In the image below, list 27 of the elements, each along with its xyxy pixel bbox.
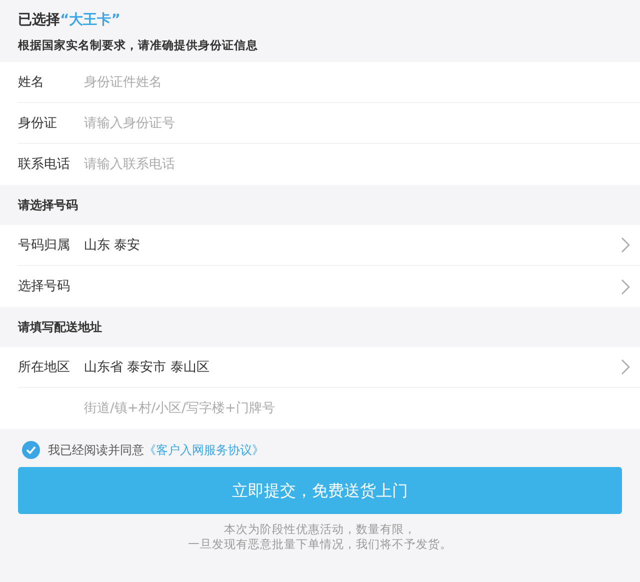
field-label: 姓名 <box>18 74 45 92</box>
notice-text: 本次为阶段性优惠活动，数量有限， <box>223 522 417 538</box>
input-field[interactable]: 身份证件姓名 <box>84 72 630 92</box>
field-label: 身份证 <box>18 114 58 132</box>
input-field[interactable]: 请输入身份证号 <box>84 114 630 133</box>
card-name: “大王卡” <box>60 11 120 30</box>
notice-text: 一旦发现有恶意批量下单情况，我们将不予发货。 <box>187 537 453 552</box>
check-icon <box>26 446 36 454</box>
submit-button[interactable]: 立即提交，免费送货上门 <box>18 467 622 514</box>
form-title: 已选择 <box>18 11 60 30</box>
chevron-right-icon[interactable] <box>621 359 630 376</box>
checkbox[interactable] <box>22 441 40 460</box>
field-label: 选择号码 <box>18 278 71 296</box>
input-field[interactable]: 街道/镇+村/小区/写字楼+门牌号 <box>84 399 630 418</box>
section-title: 请填写配送地址 <box>16 319 103 336</box>
agreement-link[interactable]: 《客户入网服务协议》 <box>144 441 264 460</box>
field-value: 山东省 泰安市 泰山区 <box>84 358 210 376</box>
field-value: 山东 泰安 <box>84 236 142 254</box>
agreement-text: 我已经阅读并同意 <box>48 442 144 460</box>
field-label: 所在地区 <box>18 358 71 376</box>
instruction-text: 根据国家实名制要求，请准确提供身份证信息 <box>18 37 259 54</box>
field-label: 联系电话 <box>18 156 71 174</box>
chevron-right-icon[interactable] <box>621 278 630 295</box>
chevron-right-icon[interactable] <box>621 237 630 254</box>
input-field[interactable]: 请输入联系电话 <box>84 155 630 174</box>
field-label: 号码归属 <box>18 236 71 254</box>
section-title: 请选择号码 <box>16 197 79 214</box>
